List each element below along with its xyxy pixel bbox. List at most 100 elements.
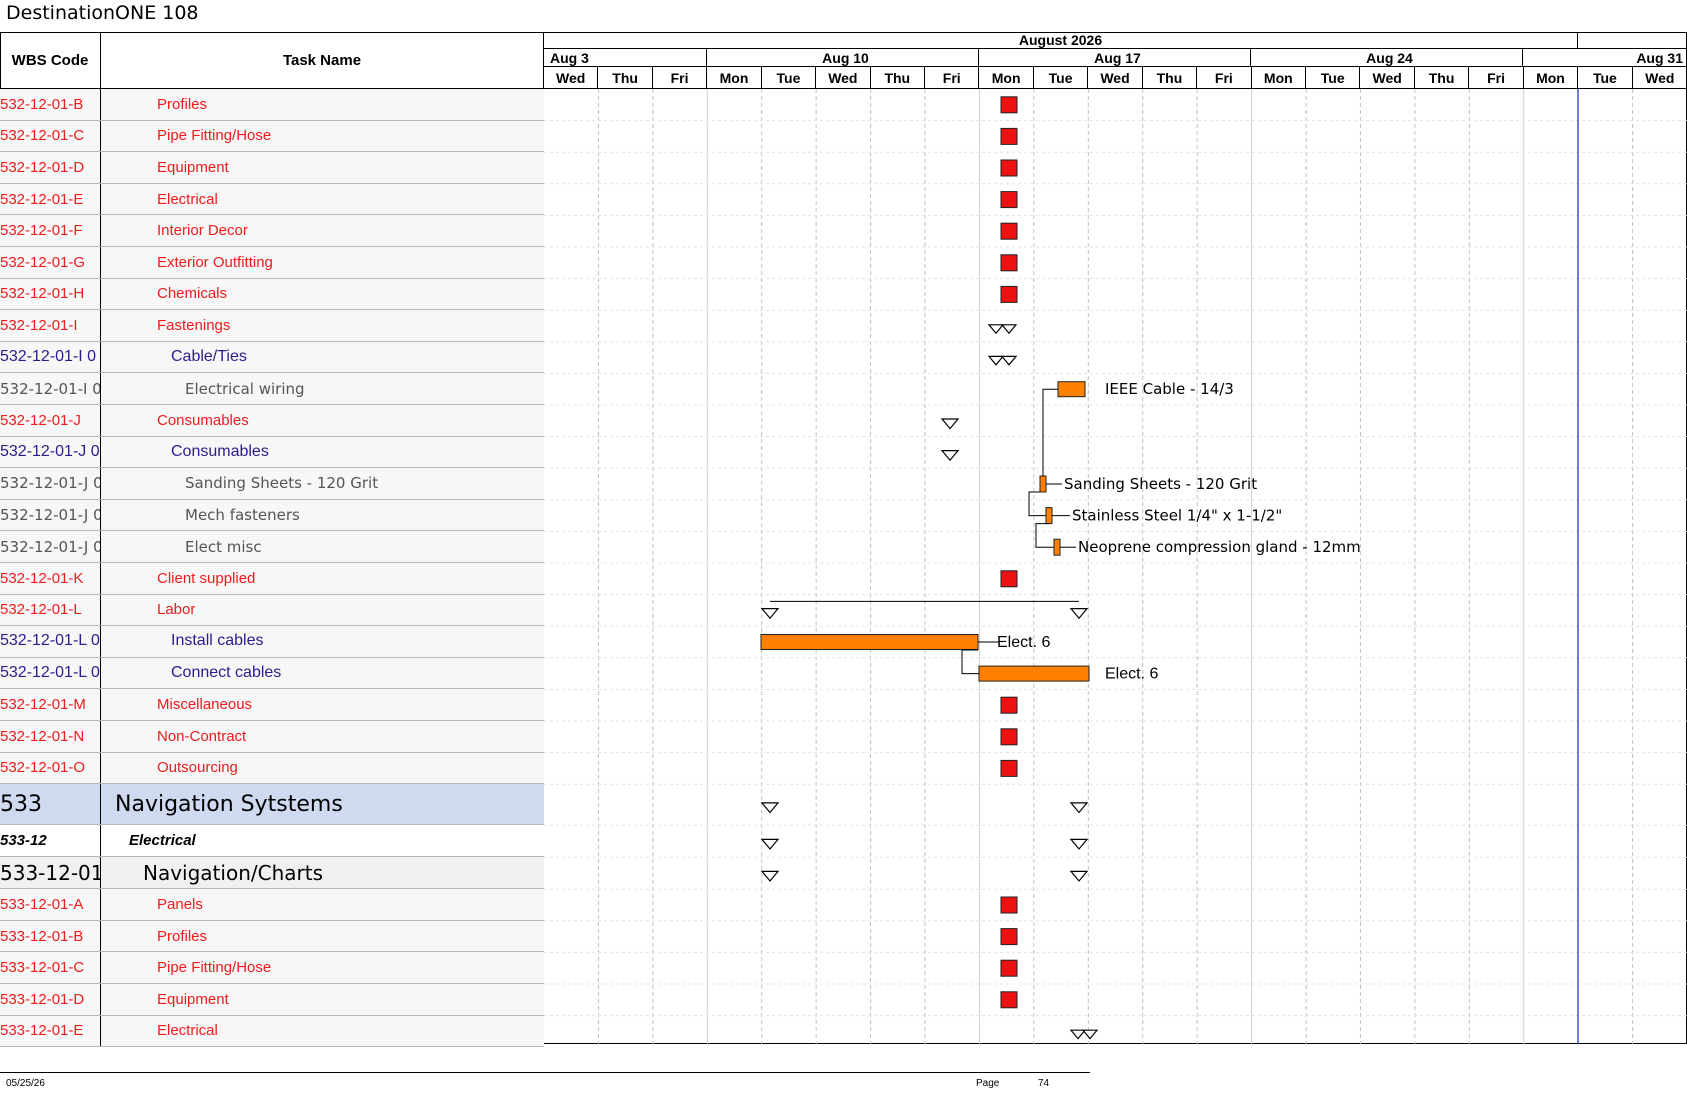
table-row[interactable]: 532-12-01-F Interior Decor [0, 215, 544, 247]
milestone-marker[interactable] [1000, 759, 1018, 777]
timescale-day: Wed [1632, 67, 1687, 89]
resource-label: Elect. 6 [997, 634, 1050, 651]
milestone-marker[interactable] [1000, 191, 1018, 209]
wbs-code-cell: 532-12-01-I [0, 310, 101, 341]
timescale-week: Aug 3 [544, 49, 707, 67]
table-row[interactable]: 532-12-01-N Non-Contract [0, 721, 544, 753]
timescale-day: Mon [1523, 67, 1579, 89]
task-name-cell: Connect cables [171, 664, 282, 682]
table-row[interactable]: 533-12-01 Navigation/Charts [0, 857, 544, 890]
wbs-code-cell: 532-12-01-C [0, 120, 101, 152]
table-row[interactable]: 533 Navigation Sytstems [0, 784, 544, 826]
summary-marker[interactable] [987, 355, 1005, 366]
wbs-code-cell: 532-12-01-F [0, 215, 101, 246]
table-row[interactable]: 532-12-01-I 0 Cable/Ties [0, 341, 544, 374]
summary-marker[interactable] [760, 870, 780, 882]
table-row[interactable]: 532-12-01-C Pipe Fitting/Hose [0, 120, 544, 153]
wbs-code-cell: 532-12-01-L 0 [0, 657, 101, 689]
wbs-code-cell: 533-12-01 [0, 857, 101, 889]
table-row[interactable]: 532-12-01-I 01 Electrical wiring [0, 373, 544, 405]
milestone-marker[interactable] [1000, 728, 1018, 746]
milestone-marker[interactable] [1000, 285, 1018, 303]
summary-marker[interactable] [1000, 324, 1018, 335]
summary-marker[interactable] [940, 450, 960, 462]
table-row[interactable]: 532-12-01-G Exterior Outfitting [0, 247, 544, 279]
table-row[interactable]: 532-12-01-M Miscellaneous [0, 689, 544, 721]
milestone-marker[interactable] [1000, 570, 1018, 588]
summary-marker[interactable] [1069, 802, 1089, 814]
timescale-day: Wed [544, 67, 599, 89]
summary-marker[interactable] [987, 324, 1005, 335]
summary-marker[interactable] [1069, 870, 1089, 882]
task-bar[interactable] [1045, 507, 1053, 525]
table-row[interactable]: 532-12-01-O Outsourcing [0, 752, 544, 785]
timescale-day: Thu [598, 67, 653, 89]
summary-marker[interactable] [1069, 1029, 1087, 1040]
milestone-marker[interactable] [1000, 254, 1018, 272]
milestone-marker[interactable] [1000, 96, 1018, 114]
table-row[interactable]: 533-12-01-D Equipment [0, 984, 544, 1016]
timescale-day: Wed [1360, 67, 1415, 89]
milestone-marker[interactable] [1000, 991, 1018, 1009]
table-row[interactable]: 533-12-01-C Pipe Fitting/Hose [0, 952, 544, 984]
table-row[interactable]: 532-12-01-J 01 Mech fasteners [0, 499, 544, 532]
task-name-cell: Navigation Sytstems [115, 791, 343, 817]
table-row[interactable]: 532-12-01-D Equipment [0, 152, 544, 184]
table-row[interactable]: 533-12-01-E Electrical [0, 1015, 544, 1048]
summary-marker[interactable] [1000, 355, 1018, 366]
milestone-marker[interactable] [1000, 896, 1018, 914]
summary-marker[interactable] [1069, 607, 1089, 620]
table-row[interactable]: 532-12-01-J 01 Elect misc [0, 531, 544, 563]
table-row[interactable]: 533-12-01-B Profiles [0, 920, 544, 953]
milestone-marker[interactable] [1000, 696, 1018, 714]
table-row[interactable]: 532-12-01-K Client supplied [0, 563, 544, 595]
timescale-day: Tue [1306, 67, 1361, 89]
table-row[interactable]: 533-12-01-A Panels [0, 889, 544, 921]
wbs-code-cell: 533-12-01-D [0, 984, 101, 1015]
table-row[interactable]: 532-12-01-L 0 Install cables [0, 626, 544, 658]
milestone-marker[interactable] [1000, 159, 1018, 177]
table-row[interactable]: 532-12-01-L 0 Connect cables [0, 657, 544, 690]
task-bar[interactable] [1053, 538, 1061, 556]
table-row[interactable]: 532-12-01-L Labor [0, 594, 544, 627]
table-row[interactable]: 532-12-01-E Electrical [0, 183, 544, 216]
summary-marker[interactable] [940, 418, 960, 430]
table-row[interactable]: 532-12-01-J Consumables [0, 405, 544, 437]
task-name-cell: Navigation/Charts [143, 860, 323, 885]
column-header-wbs[interactable]: WBS Code [0, 32, 101, 89]
table-row[interactable]: 532-12-01-I Fastenings [0, 310, 544, 342]
task-name-cell: Labor [157, 601, 196, 619]
wbs-code-cell: 532-12-01-J 0 [0, 436, 101, 468]
table-row[interactable]: 532-12-01-B Profiles [0, 89, 544, 121]
task-name-cell: Non-Contract [157, 727, 247, 745]
milestone-marker[interactable] [1000, 222, 1018, 240]
task-bar[interactable] [1057, 381, 1086, 398]
timescale-week: Aug 17 [979, 49, 1251, 67]
milestone-marker[interactable] [1000, 127, 1018, 145]
task-bar[interactable] [760, 634, 979, 650]
table-row[interactable]: 532-12-01-H Chemicals [0, 278, 544, 311]
table-row[interactable]: 532-12-01-J 01 Sanding Sheets - 120 Grit [0, 468, 544, 500]
document-title: DestinationONE 108 [6, 2, 199, 24]
task-bar[interactable] [978, 665, 1090, 682]
timescale-week-label: Aug 17 [1094, 49, 1141, 66]
timescale-day: Fri [652, 67, 708, 89]
task-name-cell: Interior Decor [157, 222, 248, 240]
wbs-code-cell: 533 [0, 784, 101, 825]
summary-marker[interactable] [1069, 838, 1089, 850]
summary-marker[interactable] [760, 607, 780, 620]
table-row[interactable]: 532-12-01-J 0 Consumables [0, 436, 544, 469]
column-header-task-name[interactable]: Task Name [101, 32, 544, 89]
summary-marker[interactable] [760, 838, 780, 850]
task-bar[interactable] [1039, 475, 1047, 493]
task-name-cell: Electrical [157, 1022, 218, 1040]
milestone-marker[interactable] [1000, 959, 1018, 977]
timescale-day: Tue [761, 67, 817, 89]
footer-page-label: Page [976, 1078, 1000, 1089]
milestone-marker[interactable] [1000, 928, 1018, 946]
wbs-code-cell: 532-12-01-J 01 [0, 499, 101, 531]
footer-page-number: 74 [1038, 1078, 1050, 1089]
table-row[interactable]: 533-12 Electrical [0, 825, 544, 858]
summary-marker[interactable] [760, 802, 780, 814]
summary-marker[interactable] [1081, 1029, 1099, 1040]
